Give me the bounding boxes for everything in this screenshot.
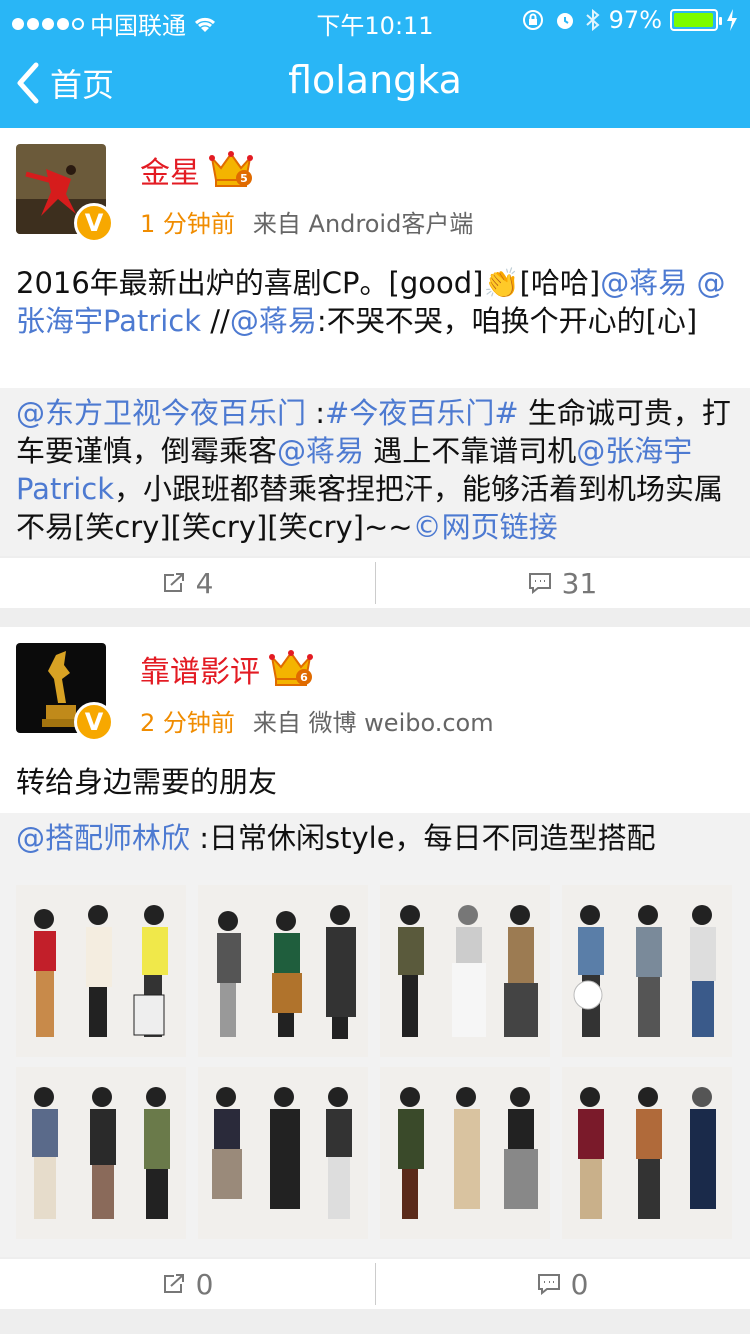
repost-icon: [163, 573, 184, 592]
verified-badge-icon: V: [74, 203, 114, 243]
photo-thumbnail[interactable]: [198, 885, 368, 1057]
post-time: 1 分钟前: [140, 210, 235, 238]
source-prefix: 来自: [252, 709, 301, 737]
mention-link[interactable]: @东方卫视今夜百乐门: [16, 396, 306, 430]
post-meta: 2 分钟前 来自 微博 weibo.com: [140, 703, 494, 738]
text-segment: :: [306, 396, 326, 430]
retweet-block[interactable]: @搭配师林欣 :日常休闲style，每日不同造型搭配: [0, 813, 750, 1257]
photo-thumbnail[interactable]: [380, 885, 550, 1057]
text-segment: :日常休闲style，每日不同造型搭配: [190, 821, 656, 855]
battery-icon: [670, 9, 722, 31]
post-source: Android客户端: [308, 210, 474, 238]
battery-percent: 97%: [608, 6, 662, 34]
retweet-text: @搭配师林欣 :日常休闲style，每日不同造型搭配: [16, 819, 736, 857]
repost-icon: [163, 1274, 184, 1293]
text-segment: 2016年最新出炉的喜剧CP。[good]: [16, 266, 484, 300]
rank-number: 5: [240, 172, 248, 185]
comment-button[interactable]: 31: [375, 558, 750, 608]
web-link[interactable]: ©网页链接: [413, 510, 558, 544]
rank-number: 6: [300, 671, 308, 684]
text-segment: [哈哈]: [519, 266, 601, 300]
mention-link[interactable]: @蒋易: [230, 304, 317, 338]
charging-icon: [727, 9, 737, 31]
clap-emoji: 👏: [483, 266, 520, 300]
mention-link[interactable]: @搭配师林欣: [16, 821, 190, 855]
text-segment: :不哭不哭，咱换个开心的[心]: [316, 304, 698, 338]
photo-thumbnail[interactable]: [562, 1067, 732, 1239]
source-prefix: 来自: [252, 210, 301, 238]
comment-count: 0: [570, 1267, 589, 1301]
text-segment: ，小跟班都替乘客捏把汗，能够活着到机场实属不易[笑cry][笑cry][笑cry…: [16, 472, 724, 544]
text-segment: 遇上不靠谱司机: [364, 434, 577, 468]
repost-count: 0: [195, 1267, 214, 1301]
post-source: 微博 weibo.com: [308, 709, 494, 737]
username-row: 靠谱影评 6: [140, 647, 314, 691]
app-header: 中国联通 下午10:11 97% 首页 flolangka: [0, 0, 750, 128]
status-bar: 中国联通 下午10:11 97%: [0, 0, 750, 40]
post-text: 转给身边需要的朋友: [16, 765, 278, 799]
post-text: 2016年最新出炉的喜剧CP。[good]👏[哈哈]@蒋易 @张海宇Patric…: [16, 264, 736, 340]
battery-level: [674, 13, 713, 27]
photo-thumbnail[interactable]: [380, 1067, 550, 1239]
retweet-text: @东方卫视今夜百乐门 :#今夜百乐门# 生命诚可贵，打车要谨慎，倒霉乘客@蒋易 …: [16, 394, 736, 546]
verified-badge-icon: V: [74, 702, 114, 742]
crown-icon: 5: [209, 151, 253, 187]
photo-thumbnail[interactable]: [198, 1067, 368, 1239]
status-right: 97%: [521, 6, 738, 34]
action-divider: [375, 562, 376, 604]
retweet-block[interactable]: @东方卫视今夜百乐门 :#今夜百乐门# 生命诚可贵，打车要谨慎，倒霉乘客@蒋易 …: [0, 388, 750, 556]
mention-link[interactable]: @蒋易: [277, 434, 364, 468]
bluetooth-icon: [585, 8, 600, 32]
post-time: 2 分钟前: [140, 709, 235, 737]
photo-thumbnail[interactable]: [16, 1067, 186, 1239]
photo-thumbnail[interactable]: [562, 885, 732, 1057]
nav-bar: 首页 flolangka: [0, 40, 750, 128]
action-divider: [375, 1263, 376, 1305]
photo-thumbnail[interactable]: [16, 885, 186, 1057]
comment-button[interactable]: 0: [375, 1259, 750, 1309]
lock-rotation-icon: [522, 10, 543, 30]
post-card[interactable]: V 靠谱影评 6 2 分钟前 来自 微博 weibo.com 转给身边需要的朋友 …: [0, 627, 750, 1257]
repost-count: 4: [195, 566, 214, 600]
post-card[interactable]: V 金星 5 1 分钟前 来自 Android客户端 2016年最新出炉的喜剧CP…: [0, 128, 750, 556]
alarm-icon: [556, 13, 573, 29]
post-actions: 0 0: [0, 1259, 750, 1309]
repost-button[interactable]: 0: [0, 1259, 375, 1309]
username[interactable]: 靠谱影评: [140, 647, 260, 691]
hashtag-link[interactable]: #今夜百乐门#: [325, 396, 519, 430]
page-title: flolangka: [288, 58, 462, 102]
username-row: 金星 5: [140, 148, 254, 192]
text-segment: //: [201, 304, 230, 338]
repost-button[interactable]: 4: [0, 558, 375, 608]
comment-icon: [537, 1274, 560, 1295]
post-actions: 4 31: [0, 558, 750, 608]
comment-count: 31: [561, 566, 598, 600]
comment-icon: [528, 573, 551, 594]
username[interactable]: 金星: [140, 148, 200, 192]
post-meta: 1 分钟前 来自 Android客户端: [140, 204, 473, 239]
crown-icon: 6: [269, 650, 313, 686]
